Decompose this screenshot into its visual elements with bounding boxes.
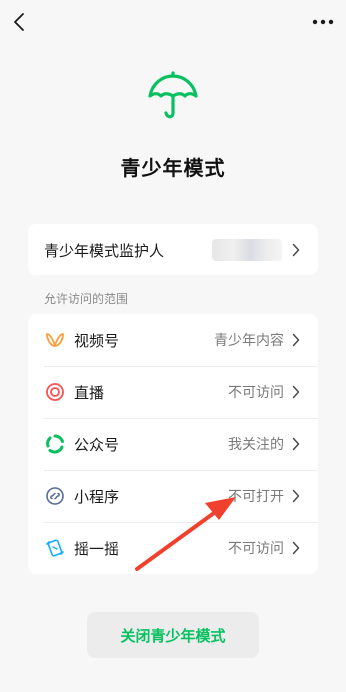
scope-item-value: 青少年内容 [214, 333, 284, 349]
shake-icon [44, 537, 66, 559]
guardian-avatar [212, 239, 282, 261]
chevron-right-icon [292, 541, 302, 555]
chevron-right-icon [292, 385, 302, 399]
scope-item-label: 小程序 [74, 487, 120, 506]
chevron-right-icon [292, 243, 302, 257]
chevron-right-icon [292, 489, 302, 503]
scope-item-mini-program[interactable]: 小程序 不可打开 [28, 470, 318, 522]
close-teen-mode-button[interactable]: 关闭青少年模式 [87, 612, 259, 658]
scope-item-channels[interactable]: 视频号 青少年内容 [28, 314, 318, 366]
page-title: 青少年模式 [120, 156, 226, 180]
scope-item-shake[interactable]: 摇一摇 不可访问 [28, 522, 318, 574]
more-button[interactable] [308, 8, 338, 36]
scope-item-live[interactable]: 直播 不可访问 [28, 366, 318, 418]
official-accounts-icon [44, 433, 66, 455]
channels-icon [44, 329, 66, 351]
chevron-right-icon [292, 333, 302, 347]
back-button[interactable] [6, 8, 32, 36]
scope-item-value: 不可访问 [228, 541, 284, 557]
more-dots-icon [312, 19, 334, 25]
scope-item-official-accounts[interactable]: 公众号 我关注的 [28, 418, 318, 470]
scope-card: 视频号 青少年内容 直播 不可访问 公众号 我关注的 小程序 不可打开 摇一摇 … [28, 314, 318, 574]
scope-item-value: 不可打开 [228, 489, 284, 505]
scope-item-label: 直播 [74, 383, 105, 402]
chevron-right-icon [292, 437, 302, 451]
guardian-row[interactable]: 青少年模式监护人 [28, 224, 318, 276]
scope-item-label: 公众号 [74, 435, 120, 454]
scope-item-label: 视频号 [74, 331, 120, 350]
scope-item-label: 摇一摇 [74, 539, 120, 558]
scope-item-value: 不可访问 [228, 385, 284, 401]
guardian-label: 青少年模式监护人 [44, 241, 165, 260]
live-icon [44, 381, 66, 403]
mini-program-icon [44, 485, 66, 507]
scope-section-label: 允许访问的范围 [44, 292, 129, 306]
scope-item-value: 我关注的 [228, 437, 284, 453]
umbrella-icon [148, 71, 198, 119]
chevron-left-icon [14, 13, 24, 31]
guardian-card[interactable]: 青少年模式监护人 [28, 224, 318, 275]
top-bar [0, 0, 346, 44]
